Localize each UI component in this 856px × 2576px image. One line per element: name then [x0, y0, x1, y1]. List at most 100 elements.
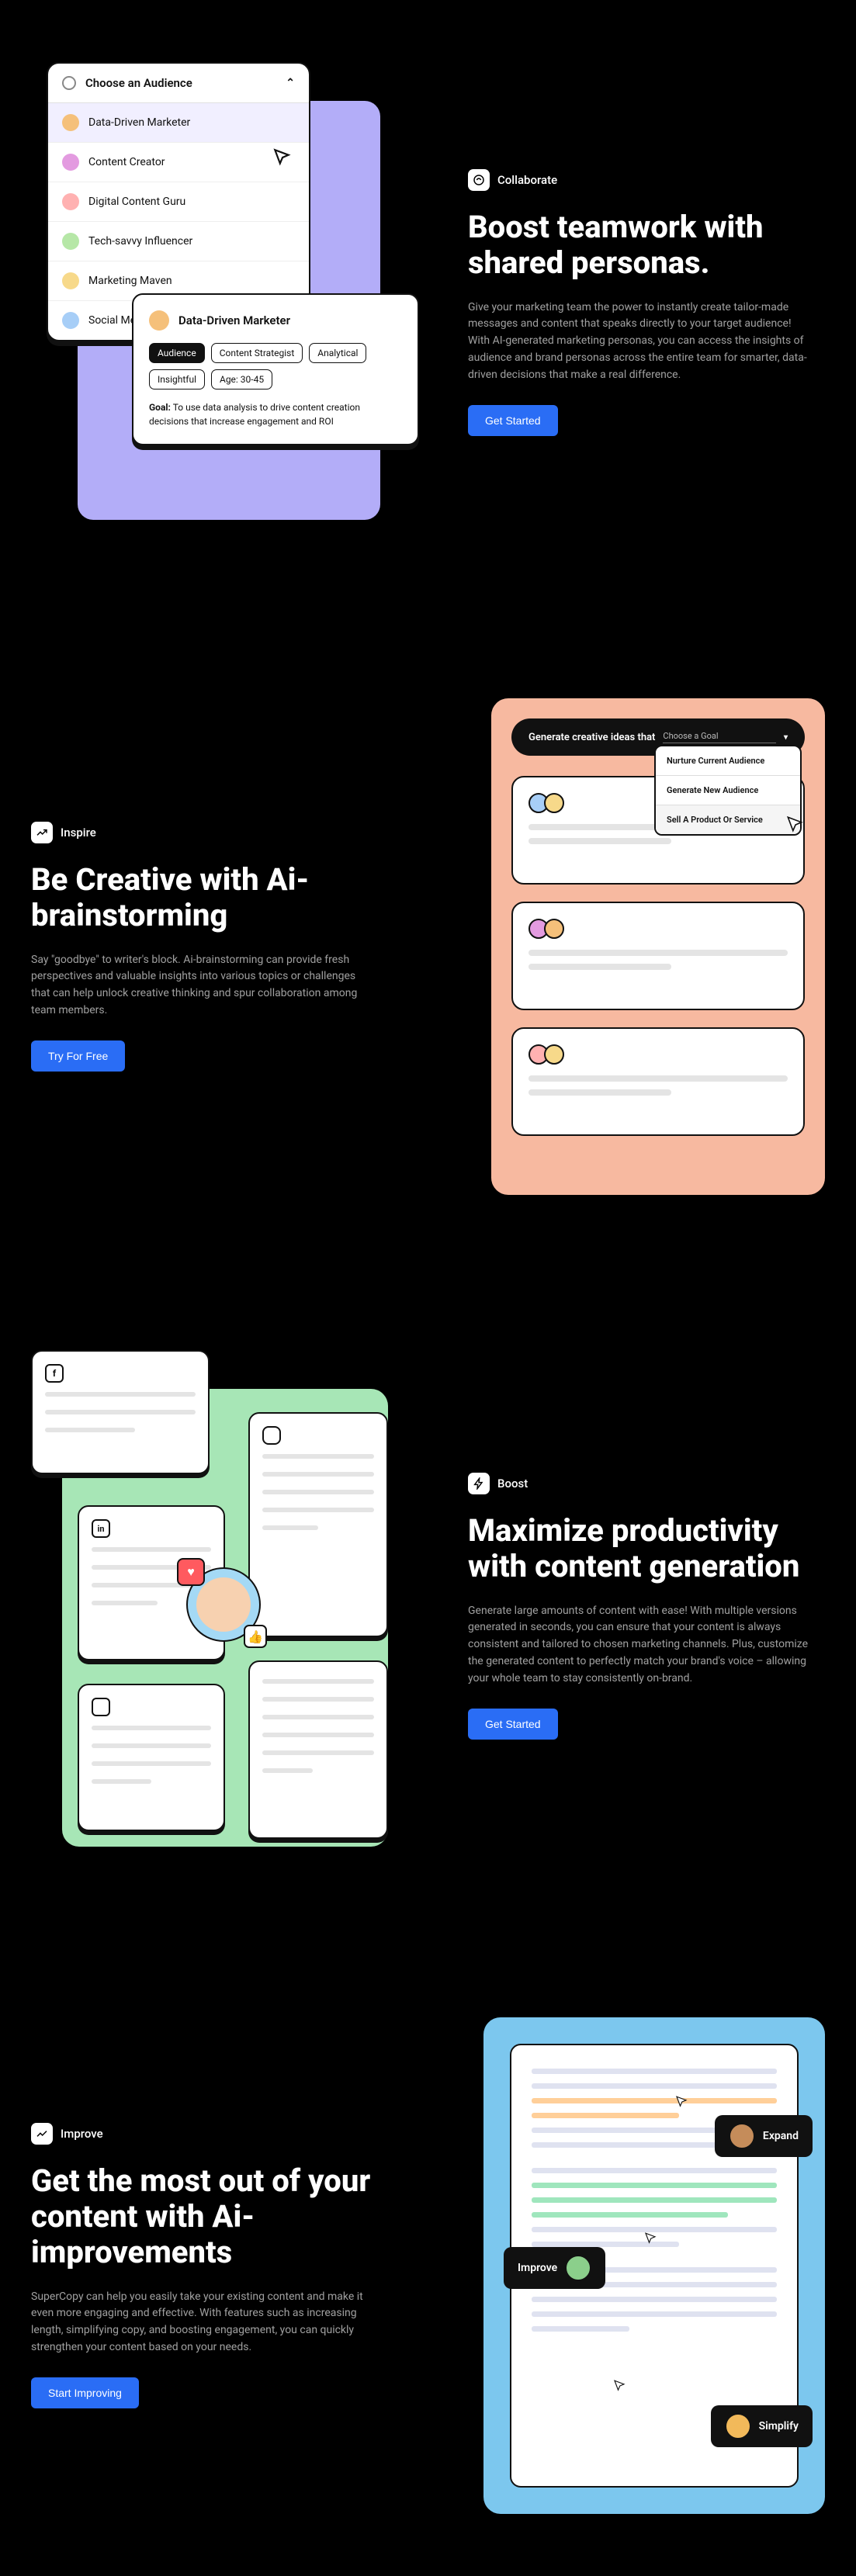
dropdown-option[interactable]: Tech-savvy Influencer	[48, 222, 309, 261]
chevron-down-icon: ▾	[784, 733, 788, 742]
section-inspire: Inspire Be Creative with Ai-brainstormin…	[0, 636, 856, 1288]
prompt-prefix: Generate creative ideas that	[529, 732, 655, 743]
dropdown-header-label: Choose an Audience	[85, 76, 192, 90]
boost-text: Boost Maximize productivity with content…	[468, 1473, 825, 1740]
avatar-icon	[565, 2255, 591, 2281]
boost-illustration: f ◎ in ✉ ♥ 👍	[31, 1350, 404, 1862]
get-started-button[interactable]: Get Started	[468, 405, 558, 436]
badge-label: Boost	[497, 1477, 528, 1491]
section-collaborate: Choose an Audience ⌃ Data-Driven Markete…	[0, 0, 856, 636]
post-email: ✉	[78, 1684, 225, 1831]
collaborate-illustration: Choose an Audience ⌃ Data-Driven Markete…	[31, 62, 404, 543]
badge-label: Collaborate	[497, 173, 557, 187]
collaborate-heading: Boost teamwork with shared personas.	[468, 209, 825, 281]
dropdown-option[interactable]: Content Creator	[48, 143, 309, 182]
avatar-icon	[725, 2413, 751, 2439]
start-improving-button[interactable]: Start Improving	[31, 2377, 139, 2408]
pill-label: Simplify	[759, 2420, 799, 2432]
cursor-icon	[643, 2231, 657, 2245]
simplify-pill[interactable]: Simplify	[711, 2405, 813, 2447]
improve-desc: SuperCopy can help you easily take your …	[31, 2289, 373, 2356]
inspire-desc: Say "goodbye" to writer's block. Ai-brai…	[31, 952, 373, 1020]
avatar-icon	[729, 2123, 755, 2149]
persona-card: Data-Driven Marketer Audience Content St…	[132, 293, 419, 445]
goal-menu-item[interactable]: Sell A Product Or Service	[656, 805, 800, 834]
badge-label: Inspire	[61, 826, 96, 840]
tag: Age: 30-45	[211, 369, 272, 390]
avatar-icon	[62, 233, 79, 250]
post-generic	[248, 1660, 388, 1839]
post-instagram: ◎	[248, 1412, 388, 1637]
avatar-icon	[62, 114, 79, 131]
section-boost: f ◎ in ✉ ♥ 👍 Boost Max	[0, 1288, 856, 1955]
pill-label: Improve	[518, 2262, 557, 2274]
improve-heading: Get the most out of your content with Ai…	[31, 2163, 388, 2270]
avatar-icon	[62, 272, 79, 289]
collaborate-icon	[468, 169, 490, 191]
goal-label: Goal:	[149, 402, 171, 413]
goal-menu-item[interactable]: Nurture Current Audience	[656, 746, 800, 776]
option-label: Marketing Maven	[88, 275, 172, 287]
improve-illustration: Expand Improve Simplify	[483, 2017, 825, 2514]
empty-circle-icon	[62, 76, 76, 90]
avatar-icon	[149, 310, 169, 331]
collaborate-text: Collaborate Boost teamwork with shared p…	[468, 169, 825, 436]
tag: Audience	[149, 343, 205, 363]
avatar-icon	[544, 1044, 564, 1065]
cursor-icon	[785, 815, 805, 835]
instagram-icon: ◎	[262, 1426, 281, 1445]
boost-icon	[468, 1473, 490, 1494]
thumbs-up-icon: 👍	[244, 1625, 267, 1648]
persona-goal: Goal: To use data analysis to drive cont…	[149, 400, 402, 428]
boost-desc: Generate large amounts of content with e…	[468, 1603, 809, 1687]
center-avatar: ♥ 👍	[186, 1567, 261, 1642]
inspire-illustration: Generate creative ideas that Choose a Go…	[491, 698, 825, 1195]
improve-icon	[31, 2123, 53, 2145]
get-started-button[interactable]: Get Started	[468, 1709, 558, 1740]
improve-badge: Improve	[31, 2123, 103, 2145]
option-label: Data-Driven Marketer	[88, 116, 190, 129]
dropdown-option[interactable]: Data-Driven Marketer	[48, 103, 309, 143]
inspire-text: Inspire Be Creative with Ai-brainstormin…	[31, 822, 388, 1072]
improve-pill[interactable]: Improve	[504, 2247, 605, 2289]
avatar-icon	[62, 193, 79, 210]
idea-card	[511, 1027, 805, 1136]
persona-tags: Audience Content Strategist Analytical I…	[149, 343, 402, 390]
dropdown-option[interactable]: Digital Content Guru	[48, 182, 309, 222]
badge-label: Improve	[61, 2127, 103, 2141]
option-label: Digital Content Guru	[88, 196, 185, 208]
avatar-icon	[62, 154, 79, 171]
try-for-free-button[interactable]: Try For Free	[31, 1040, 125, 1072]
option-label: Tech-savvy Influencer	[88, 235, 192, 248]
persona-card-title: Data-Driven Marketer	[178, 313, 290, 327]
dropdown-header[interactable]: Choose an Audience ⌃	[48, 64, 309, 103]
post-facebook: f	[31, 1350, 210, 1474]
boost-badge: Boost	[468, 1473, 528, 1494]
cursor-icon	[674, 2095, 688, 2109]
heart-icon: ♥	[177, 1558, 205, 1586]
pill-label: Expand	[763, 2130, 799, 2142]
cursor-icon	[612, 2379, 626, 2393]
document-card: Expand Improve Simplify	[510, 2044, 799, 2488]
avatar-icon	[544, 793, 564, 813]
goal-menu-item[interactable]: Generate New Audience	[656, 776, 800, 805]
avatar-icon	[62, 312, 79, 329]
linkedin-icon: in	[92, 1519, 110, 1538]
collaborate-desc: Give your marketing team the power to in…	[468, 299, 809, 383]
tag: Insightful	[149, 369, 205, 390]
cursor-icon	[272, 147, 292, 168]
mail-icon: ✉	[92, 1698, 110, 1716]
goal-menu[interactable]: Nurture Current Audience Generate New Au…	[654, 745, 802, 836]
prompt-placeholder: Choose a Goal	[663, 731, 776, 743]
option-label: Content Creator	[88, 156, 165, 168]
facebook-icon: f	[45, 1364, 64, 1383]
tag: Analytical	[309, 343, 366, 363]
goal-text: To use data analysis to drive content cr…	[149, 402, 360, 427]
inspire-icon	[31, 822, 53, 843]
tag: Content Strategist	[211, 343, 303, 363]
boost-heading: Maximize productivity with content gener…	[468, 1513, 825, 1584]
collaborate-badge: Collaborate	[468, 169, 557, 191]
avatar-icon	[544, 919, 564, 939]
chevron-up-icon: ⌃	[286, 77, 295, 89]
expand-pill[interactable]: Expand	[715, 2115, 813, 2157]
